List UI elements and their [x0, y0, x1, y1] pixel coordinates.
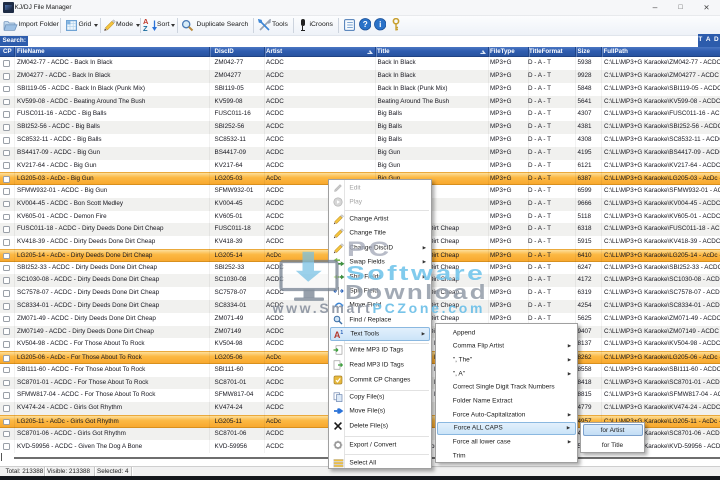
svg-text:i: i — [379, 20, 381, 29]
svg-text:?: ? — [362, 20, 367, 29]
